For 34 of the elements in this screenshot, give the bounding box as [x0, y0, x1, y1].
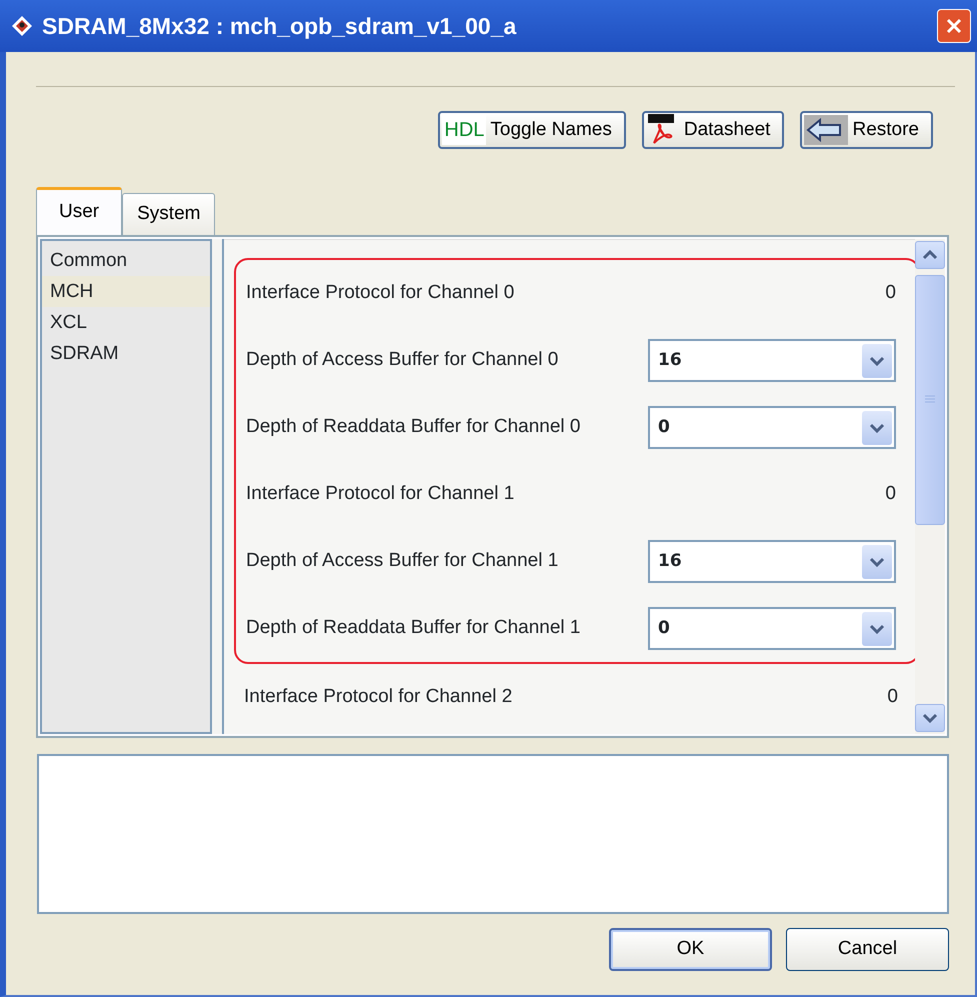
- dropdown[interactable]: 16: [648, 540, 896, 583]
- parameter-label: Interface Protocol for Channel 1: [246, 482, 516, 506]
- sidebar-item[interactable]: SDRAM: [42, 338, 210, 369]
- sidebar-item[interactable]: XCL: [42, 307, 210, 338]
- parameter-label: Depth of Access Buffer for Channel 1: [246, 549, 560, 574]
- parameter-label: Depth of Access Buffer for Channel 0: [246, 348, 560, 372]
- sidebar-item[interactable]: Common: [42, 245, 210, 276]
- parameter-label: Interface Protocol for Channel 2: [244, 685, 514, 710]
- toolbar-button[interactable]: HDL Toggle Names: [438, 111, 626, 149]
- dropdown[interactable]: 16: [648, 339, 896, 382]
- parameter-label: Depth of Readdata Buffer for Channel 0: [246, 415, 582, 440]
- app-icon: [10, 14, 34, 38]
- window-title: SDRAM_8Mx32 : mch_opb_sdram_v1_00_a: [42, 12, 518, 41]
- tab[interactable]: System: [122, 193, 216, 235]
- parameter-label: Interface Protocol for Channel 0: [246, 281, 516, 306]
- parameter-value: 0: [885, 482, 896, 506]
- splitter-handle[interactable]: [212, 239, 224, 734]
- dropdown[interactable]: 0: [648, 607, 896, 650]
- tab[interactable]: User: [36, 187, 122, 235]
- close-button[interactable]: [937, 9, 971, 43]
- dialog-button[interactable]: OK: [609, 928, 772, 971]
- close-icon[interactable]: [944, 16, 964, 36]
- scroll-thumb[interactable]: [915, 275, 945, 525]
- sidebar-item[interactable]: MCH: [42, 276, 210, 307]
- scrollbar[interactable]: [915, 239, 945, 734]
- parameter-value: 0: [887, 685, 898, 710]
- scroll-up-icon[interactable]: [915, 241, 945, 269]
- toolbar-button[interactable]: Restore: [800, 111, 933, 149]
- dialog-button[interactable]: Cancel: [786, 928, 949, 971]
- toolbar-button[interactable]: Datasheet: [642, 111, 784, 149]
- parameter-value: 0: [885, 281, 896, 306]
- dropdown[interactable]: 0: [648, 406, 896, 449]
- parameter-label: Depth of Readdata Buffer for Channel 1: [246, 616, 582, 640]
- scroll-down-icon[interactable]: [915, 704, 945, 732]
